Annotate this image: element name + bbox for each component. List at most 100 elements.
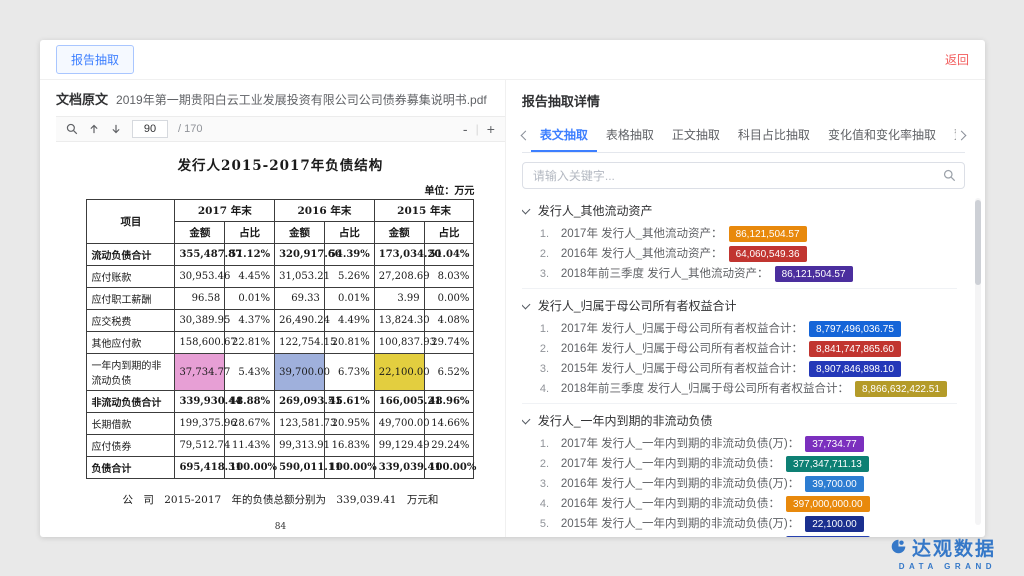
pdf-cell: 48.88% [225,391,275,413]
zoom-in-button[interactable]: + [487,122,495,136]
pdf-table-title: 发行人2015-2017年负债结构 [56,154,505,174]
zoom-out-button[interactable]: - [463,122,468,136]
pdf-table-row: 应付债券79,512.7411.43%99,313.9116.83%99,129… [87,435,474,457]
item-label: 2018年前三季度 发行人_归属于母公司所有者权益合计： [561,383,849,396]
section-title: 发行人_其他流动资产 [538,202,653,219]
extraction-section: 发行人_一年内到期的非流动负债 1. 2017年 发行人_一年内到期的非流动负债(万… [522,404,957,537]
item-index: 2. [540,248,555,261]
pdf-cell: 5.43% [225,354,275,391]
pdf-page: 发行人2015-2017年负债结构 单位：万元 项目 2017 年末 2016 … [56,142,505,537]
pdf-cell: 199,375.96 [175,413,225,435]
sections-list: 发行人_其他流动资产 1. 2017年 发行人_其他流动资产： 86,121,504.… [522,194,965,537]
pdf-col-2017: 2017 年末 [175,200,275,222]
pdf-cell: 48.96% [424,391,474,413]
pdf-table-row: 应付账款30,953.464.45%31,053.215.26%27,208.6… [87,266,474,288]
pdf-col-2015: 2015 年末 [374,200,474,222]
pdf-cell: 13,824.30 [374,310,424,332]
logo-top: 达观数据 [890,534,996,561]
extraction-item: 2.2016年 发行人_其他流动资产：64,060,549.36 [522,244,957,264]
item-label: 2017年 发行人_其他流动资产： [561,228,723,241]
value-badge[interactable]: 39,700.00 [805,476,864,492]
page-number-input[interactable] [132,120,168,138]
pdf-row-label: 其他应付款 [87,332,175,354]
pdf-subcol-amount: 金额 [175,222,225,244]
logo-subtitle: DATA GRAND [890,562,996,571]
pdf-table-row: 非流动负债合计339,930.4448.88%269,093.5145.61%1… [87,391,474,413]
pdf-cell: 4.45% [225,266,275,288]
chevron-down-icon [522,204,530,214]
item-label: 2017年 发行人_归属于母公司所有者权益合计： [561,323,803,336]
value-badge[interactable]: 64,060,549.36 [729,246,807,262]
value-badge[interactable]: 377,347,711.13 [786,456,869,472]
pdf-cell: 51.04% [424,244,474,266]
value-badge[interactable]: 37,734.77 [805,436,864,452]
pdf-cell: 695,418.31 [175,457,225,479]
pdf-col-item: 项目 [87,200,175,244]
tabs-list: 表文抽取表格抽取正文抽取科目占比抽取变化值和变化率抽取董监高年龄结构变动趋势 [531,119,956,152]
pdf-table-row: 长期借款199,375.9628.67%123,581.7320.95%49,7… [87,413,474,435]
panel-scrollbar[interactable] [975,198,981,525]
pdf-cell: 51.12% [225,244,275,266]
tab-1[interactable]: 表文抽取 [531,119,597,152]
tab-6[interactable]: 董监高年龄结构 [945,119,956,152]
extraction-item: 1. 2017年 发行人_一年内到期的非流动负债(万)： 37,734.77 [522,434,957,454]
item-index: 3. [540,478,555,491]
search-icon[interactable] [66,123,78,135]
document-filename: 2019年第一期贵阳白云工业发展投资有限公司公司债券募集说明书.pdf [116,91,487,108]
page-total-label: / 170 [178,123,202,135]
page-down-icon[interactable] [110,123,122,135]
pdf-cell: 99,129.49 [374,435,424,457]
report-extract-button[interactable]: 报告抽取 [56,45,134,74]
pdf-cell: 269,093.51 [275,391,325,413]
keyword-search-input[interactable] [522,162,965,189]
pdf-col-2016: 2016 年末 [275,200,375,222]
panel-scrollbar-thumb[interactable] [975,200,981,285]
pdf-cell: 0.01% [225,288,275,310]
pdf-cell: 20.95% [324,413,374,435]
pdf-body-text: 公 司 2015-2017 年的负债总额分别为 339,039.41 万元和 [56,492,505,507]
pdf-cell: 100.00% [324,457,374,479]
value-badge[interactable]: 221,000,000.00 [786,536,870,537]
back-link[interactable]: 返回 [945,51,969,68]
pdf-cell: 339,039.41 [374,457,424,479]
value-badge[interactable]: 86,121,504.57 [775,266,853,282]
extraction-section: 发行人_其他流动资产1.2017年 发行人_其他流动资产：86,121,504.… [522,194,957,289]
section-header[interactable]: 发行人_一年内到期的非流动负债 [522,406,957,434]
tab-2[interactable]: 表格抽取 [597,119,663,152]
pdf-table-row: 流动负债合计355,487.8751.12%320,917.6054.39%17… [87,244,474,266]
page-up-icon[interactable] [88,123,100,135]
value-badge[interactable]: 22,100.00 [805,516,864,532]
extraction-item: 4.2016年 发行人_一年内到期的非流动负债：397,000,000.00 [522,494,957,514]
value-badge[interactable]: 8,797,496,036.75 [809,321,901,337]
value-badge[interactable]: 8,866,632,422.51 [855,381,947,397]
tabs-scroll-left-icon[interactable] [520,131,530,141]
pdf-cell: 54.39% [324,244,374,266]
datagrand-logo-icon [890,538,907,558]
item-label: 2015年 发行人_一年内到期的非流动负债(万)： [561,518,799,531]
pdf-cell: 30,953.46 [175,266,225,288]
pdf-cell: 0.00% [424,288,474,310]
pdf-row-label: 长期借款 [87,413,175,435]
value-badge[interactable]: 86,121,504.57 [729,226,807,242]
logo-title: 达观数据 [912,534,996,561]
tab-3[interactable]: 正文抽取 [663,119,729,152]
tab-5[interactable]: 变化值和变化率抽取 [819,119,945,152]
value-badge[interactable]: 8,907,846,898.10 [809,361,901,377]
pdf-cell: 14.66% [424,413,474,435]
item-index: 1. [540,438,555,451]
pdf-cell: 100.00% [225,457,275,479]
pdf-row-label: 应交税费 [87,310,175,332]
item-label: 2017年 发行人_一年内到期的非流动负债(万)： [561,438,799,451]
search-icon[interactable] [943,169,956,185]
value-badge[interactable]: 8,841,747,865.60 [809,341,901,357]
tab-4[interactable]: 科目占比抽取 [729,119,819,152]
section-header[interactable]: 发行人_其他流动资产 [522,196,957,224]
value-badge[interactable]: 397,000,000.00 [786,496,870,512]
extraction-section: 发行人_归属于母公司所有者权益合计1.2017年 发行人_归属于母公司所有者权益… [522,289,957,404]
pdf-subcol-amount: 金额 [275,222,325,244]
extraction-item: 2.2017年 发行人_一年内到期的非流动负债：377,347,711.13 [522,454,957,474]
item-label: 2016年 发行人_归属于母公司所有者权益合计： [561,343,803,356]
extraction-item: 5.2015年 发行人_一年内到期的非流动负债(万)：22,100.00 [522,514,957,534]
section-header[interactable]: 发行人_归属于母公司所有者权益合计 [522,291,957,319]
tabs-scroll-right-icon[interactable] [957,131,967,141]
